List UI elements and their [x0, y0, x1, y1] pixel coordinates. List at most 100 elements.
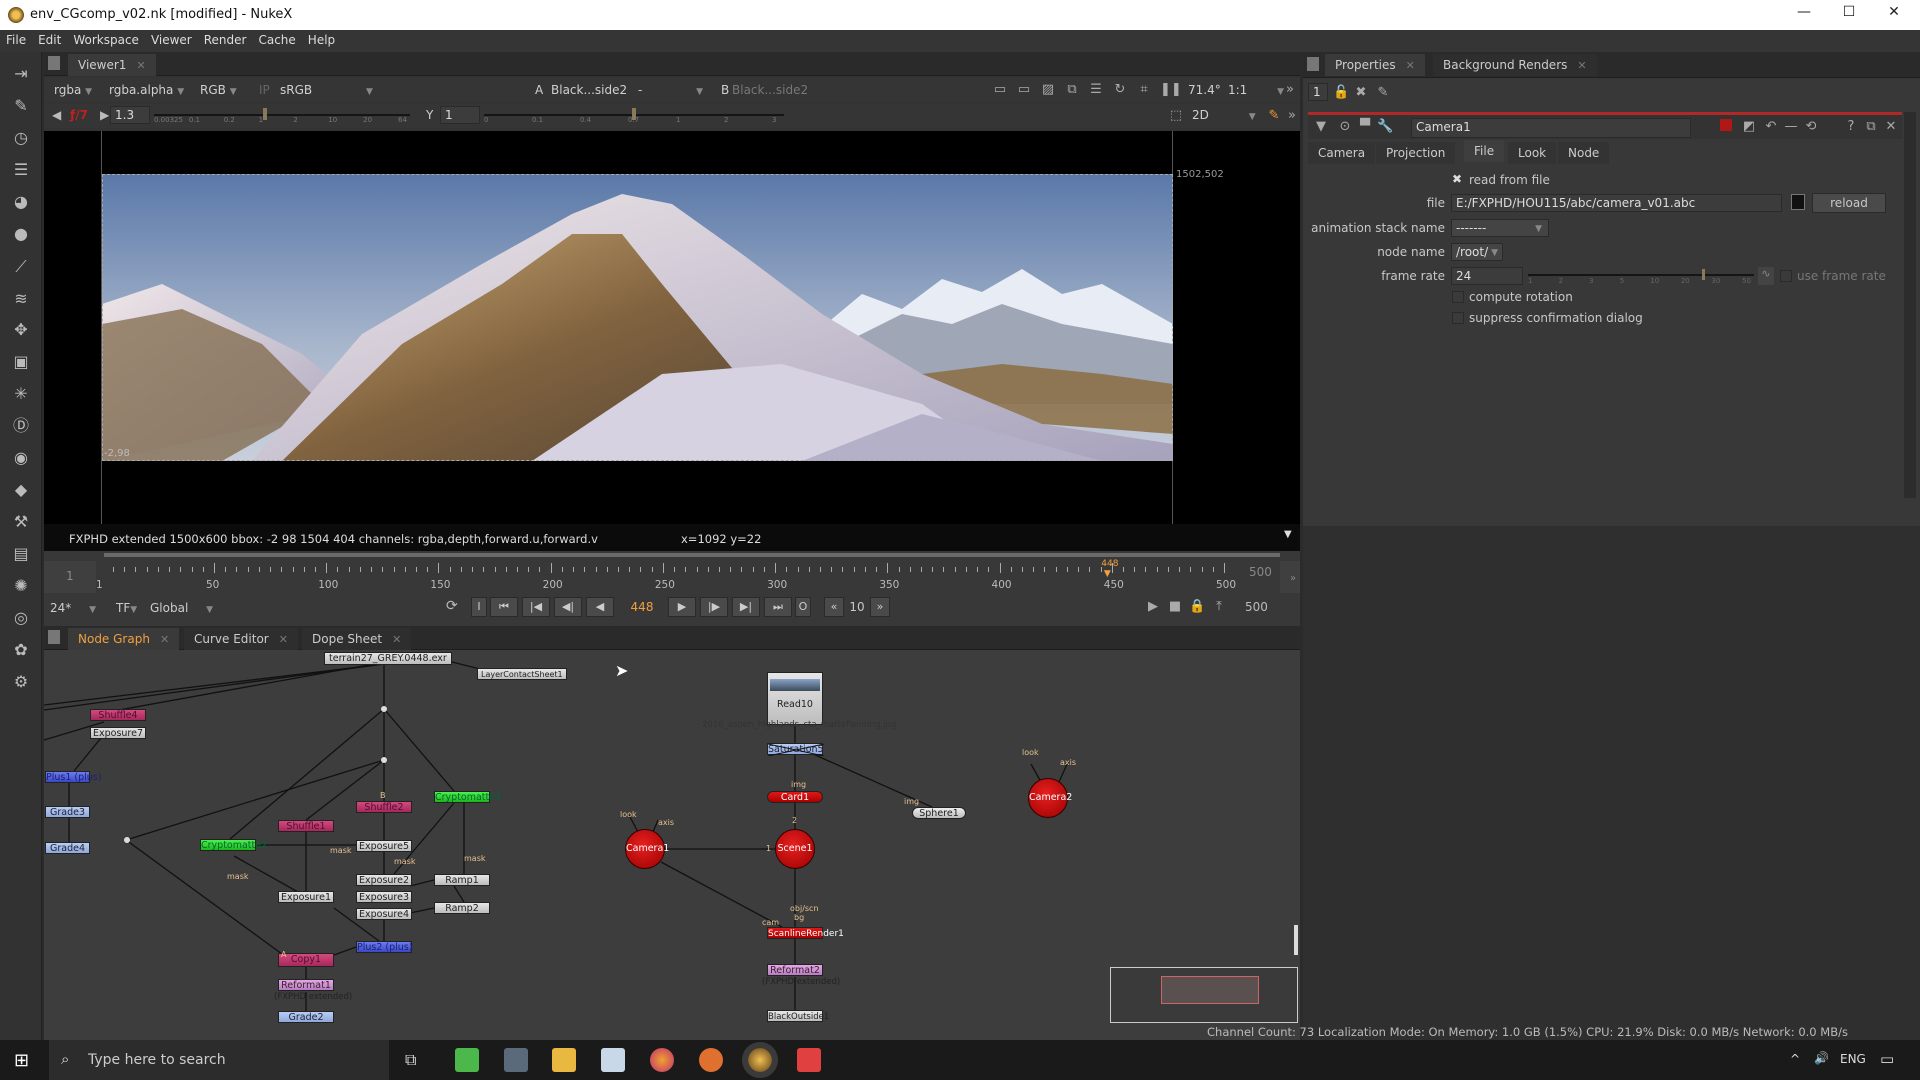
color-nodes-icon[interactable]: ◕ — [11, 192, 31, 212]
set-out-point-button[interactable]: O — [795, 597, 811, 617]
tab-curve-editor[interactable]: Curve Editor ✕ — [184, 628, 298, 650]
fstop-toggle[interactable]: ƒ/7 — [70, 108, 88, 122]
filter-nodes-icon[interactable]: ● — [11, 224, 31, 244]
properties-scrollbar[interactable] — [1904, 112, 1916, 498]
node-read10[interactable]: Read10 — [767, 672, 823, 725]
gl-color-icon[interactable]: ◩ — [1741, 119, 1757, 135]
node-grade2[interactable]: Grade2 — [278, 1011, 334, 1023]
app-window-icon[interactable] — [504, 1048, 528, 1072]
language-indicator[interactable]: ENG — [1840, 1052, 1866, 1066]
node-name-dropdown[interactable]: /root/▼ — [1451, 243, 1503, 261]
node-cryptomatte2[interactable]: Cryptomatte2 — [200, 839, 267, 851]
node-graph-navigator[interactable] — [1110, 967, 1298, 1023]
chevron-down-icon[interactable]: » — [1282, 82, 1298, 98]
keyer-nodes-icon[interactable]: ⟋ — [11, 257, 31, 277]
viewer-input-icon[interactable]: ▀ — [1357, 119, 1373, 135]
expand-info-icon[interactable]: ▼ — [1284, 529, 1292, 540]
settings-wrench-icon[interactable]: 🔧 — [1377, 119, 1393, 135]
gamma-slider[interactable]: 0 0.1 0.4 0.7 1 2 3 — [484, 108, 784, 124]
file-path-field[interactable]: E:/FXPHD/HOU115/abc/camera_v01.abc — [1451, 194, 1782, 212]
pencil-icon[interactable]: ✎ — [1375, 85, 1391, 101]
set-in-point-button[interactable]: I — [471, 597, 487, 617]
node-sphere1[interactable]: Sphere1 — [912, 807, 966, 819]
safe-area-icon[interactable]: ▭ — [1016, 82, 1032, 98]
tab-dope-sheet[interactable]: Dope Sheet ✕ — [302, 628, 412, 650]
skip-forward-button[interactable]: » — [870, 597, 890, 617]
ocula-nodes-icon[interactable]: ◎ — [11, 608, 31, 628]
node-reformat2[interactable]: Reformat2 — [767, 964, 823, 976]
node-reformat1[interactable]: Reformat1 — [278, 979, 334, 991]
undo-icon[interactable]: ↶ — [1763, 119, 1779, 135]
next-fstop-icon[interactable]: ▶ — [100, 108, 109, 122]
node-exposure7[interactable]: Exposure7 — [90, 727, 146, 739]
render-icon[interactable]: ⤒ — [1211, 599, 1227, 615]
timecode-format-dropdown[interactable]: TF▼ — [116, 601, 137, 615]
menu-render[interactable]: Render — [198, 30, 253, 47]
dot-node[interactable] — [381, 757, 387, 763]
notification-icon[interactable]: ▭ — [1880, 1050, 1894, 1068]
flipbook-icon[interactable]: ▶ — [1145, 599, 1161, 615]
close-tab-icon[interactable]: ✕ — [136, 59, 145, 72]
suppress-dialog-checkbox[interactable] — [1452, 312, 1464, 324]
3d-nodes-icon[interactable]: ▣ — [11, 352, 31, 372]
particles-nodes-icon[interactable]: ✳ — [11, 384, 31, 404]
windows-start-icon[interactable]: ⊞ — [14, 1050, 29, 1071]
firefox-icon[interactable] — [650, 1048, 674, 1072]
nuke-taskbar-icon[interactable] — [742, 1042, 778, 1078]
file-explorer-icon[interactable] — [552, 1048, 576, 1072]
app-notepad-icon[interactable] — [601, 1048, 625, 1072]
gamma-field[interactable]: 1 — [440, 106, 480, 124]
input-b-dropdown[interactable]: Black...side2 — [732, 83, 808, 97]
houdini-icon[interactable] — [699, 1048, 723, 1072]
panel-menu-icon[interactable] — [48, 56, 60, 70]
frame-rate-field[interactable]: 24 — [1451, 267, 1523, 285]
panel-menu-icon[interactable] — [1307, 57, 1319, 71]
prev-keyframe-button[interactable]: |◀ — [522, 597, 550, 617]
node-scanline-render1[interactable]: ScanlineRender1 — [767, 927, 844, 939]
node-exposure1[interactable]: Exposure1 — [278, 891, 334, 903]
proxy-icon[interactable]: ⧉ — [1064, 82, 1080, 98]
node-ramp1[interactable]: Ramp1 — [434, 874, 490, 886]
tab-camera[interactable]: Camera — [1308, 142, 1376, 164]
node-exposure5[interactable]: Exposure5 — [356, 840, 412, 852]
fps-dropdown[interactable]: 24* ▼ — [50, 601, 96, 615]
zebra-icon[interactable]: ▨ — [1040, 82, 1056, 98]
current-frame-field[interactable]: 448 — [620, 600, 664, 614]
app-camtasia-icon[interactable] — [455, 1048, 479, 1072]
frame-rate-slider[interactable]: 1 2 3 5 10 20 30 50 — [1528, 268, 1754, 286]
node-scene1[interactable]: Scene1 — [775, 829, 815, 869]
lock-icon[interactable]: 🔓 — [1333, 85, 1349, 101]
other-nodes-icon[interactable]: ▤ — [11, 544, 31, 564]
tab-file[interactable]: File — [1464, 140, 1505, 162]
node-camera2[interactable]: Camera2 — [1028, 778, 1072, 818]
deep-nodes-icon[interactable]: Ⓓ — [11, 416, 31, 436]
overscan-icon[interactable]: ▭ — [992, 82, 1008, 98]
dot-node[interactable] — [381, 706, 387, 712]
merge-nodes-icon[interactable]: ≋ — [11, 289, 31, 309]
max-panels-field[interactable]: 1 — [1308, 83, 1328, 101]
node-camera1[interactable]: Camera1 — [625, 829, 669, 869]
metadata-nodes-icon[interactable]: ◆ — [11, 480, 31, 500]
time-nodes-icon[interactable]: ◷ — [11, 128, 31, 148]
next-frame-button[interactable]: |▶ — [700, 597, 728, 617]
alpha-channel-dropdown[interactable]: rgba.alpha ▼ — [109, 83, 184, 97]
tab-node[interactable]: Node — [1558, 142, 1610, 164]
tab-look[interactable]: Look — [1508, 142, 1557, 164]
transform-nodes-icon[interactable]: ✥ — [11, 320, 31, 340]
roi-select-icon[interactable]: ⬚ — [1168, 108, 1184, 124]
animation-stack-dropdown[interactable]: ------- ▼ — [1451, 219, 1549, 237]
tray-chevron-icon[interactable]: ^ — [1790, 1052, 1800, 1066]
viewer-canvas[interactable]: 1502,502 -2,98 — [44, 131, 1300, 524]
redo-icon[interactable]: — — [1783, 119, 1799, 135]
node-plus1[interactable]: Plus1 (plus) — [45, 771, 101, 783]
input-a-dropdown[interactable]: Black...side2 — [551, 83, 627, 97]
play-backward-button[interactable]: ◀ — [586, 597, 614, 617]
viewer-lut-dropdown[interactable]: sRGB ▼ — [280, 83, 373, 97]
collapse-icon[interactable]: ▼ — [1313, 119, 1329, 135]
node-saturation5-disabled[interactable]: Saturation5 — [767, 743, 824, 756]
tab-properties[interactable]: Properties ✕ — [1325, 54, 1425, 76]
close-button[interactable]: ✕ — [1879, 4, 1909, 26]
menu-workspace[interactable]: Workspace — [67, 30, 145, 47]
lock-range-icon[interactable]: 🔒 — [1189, 599, 1205, 615]
menu-file[interactable]: File — [0, 30, 32, 47]
